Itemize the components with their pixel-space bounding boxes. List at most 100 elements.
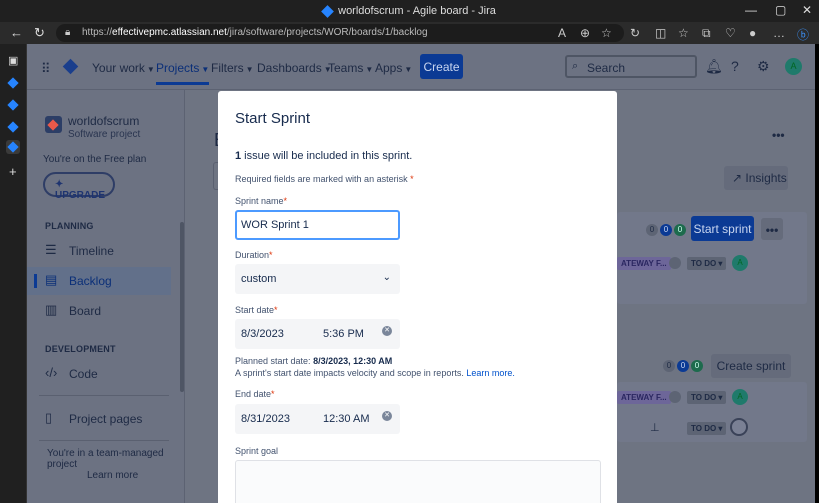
tab-actions-icon[interactable]: ▣ <box>8 54 18 67</box>
read-aloud-icon[interactable]: A <box>558 26 566 40</box>
more-options-icon[interactable]: … <box>773 26 785 40</box>
nav-filters[interactable]: Filters ▼ <box>211 61 254 75</box>
nav-dashboards[interactable]: Dashboards ▼ <box>257 61 332 75</box>
maximize-button[interactable]: ▢ <box>775 3 786 17</box>
favorite-star-icon[interactable]: ☆ <box>601 26 612 40</box>
zoom-icon[interactable]: ⊕ <box>580 26 590 40</box>
more-actions-button[interactable]: ••• <box>772 128 785 142</box>
favorites-icon[interactable]: ☆ <box>678 26 689 40</box>
timeline-icon: ☰ <box>45 242 57 257</box>
status-label: TO DO <box>691 393 717 402</box>
sprint-goal-textarea[interactable] <box>235 460 601 503</box>
nav-label: Teams <box>328 61 364 75</box>
status-todo-dropdown[interactable]: TO DO ▾ <box>687 391 727 404</box>
profile-icon[interactable]: ● <box>749 26 756 40</box>
address-bar[interactable]: 🔒︎ https://effectivepmc.atlassian.net/jir… <box>56 24 624 42</box>
board-icon: ▥ <box>45 302 58 317</box>
learn-more-link[interactable]: Learn more. <box>466 368 515 378</box>
dialog-title: Start Sprint <box>235 110 311 127</box>
planned-start-text: Planned start date: 8/3/2023, 12:30 AM <box>235 356 392 366</box>
notifications-icon[interactable]: 🔔︎ <box>705 58 723 75</box>
sidebar-item-label: Backlog <box>69 274 112 288</box>
status-todo-dropdown[interactable]: TO DO ▾ <box>687 422 727 435</box>
epic-lozenge: ATEWAY F... <box>617 391 671 404</box>
project-type: Software project <box>68 129 141 140</box>
nav-apps[interactable]: Apps ▼ <box>375 61 412 75</box>
upgrade-button[interactable]: ✦ UPGRADE <box>43 172 115 201</box>
url-host: effectivepmc.atlassian.net <box>112 27 227 38</box>
end-date-picker[interactable]: 8/31/2023 12:30 AM ✕ <box>235 404 400 434</box>
nav-label: Filters <box>211 61 244 75</box>
required-asterisk: * <box>269 250 273 260</box>
end-time-value: 12:30 AM <box>323 413 370 425</box>
count-in-progress: 0 <box>660 224 672 236</box>
chevron-down-icon: ⌄ <box>382 272 391 283</box>
sidebar-scrollbar[interactable] <box>180 222 184 392</box>
learn-more-link[interactable]: Learn more <box>87 470 138 481</box>
close-window-button[interactable]: ✕ <box>802 3 812 17</box>
hierarchy-icon: ⊥ <box>650 422 660 434</box>
assignee-avatar[interactable]: A <box>732 389 748 405</box>
start-date-label: Start date* <box>235 305 278 315</box>
browser-tab-4[interactable] <box>6 140 20 154</box>
jira-logo-icon[interactable] <box>62 58 79 75</box>
sidebar-item-backlog[interactable]: ▤ Backlog <box>27 267 171 295</box>
help-icon[interactable]: ? <box>731 58 739 74</box>
status-label: TO DO <box>691 259 717 268</box>
browser-essentials-icon[interactable]: ♡ <box>725 26 736 40</box>
assignee-avatar[interactable]: A <box>732 255 748 271</box>
back-arrow-icon[interactable]: ← <box>10 25 23 40</box>
nav-teams[interactable]: Teams ▼ <box>328 61 373 75</box>
sprint-more-button[interactable]: ••• <box>761 218 783 240</box>
planned-value: 8/3/2023, 12:30 AM <box>313 356 393 366</box>
app-switcher-icon[interactable]: ⠿ <box>41 61 50 77</box>
collections-icon[interactable]: ⧉ <box>702 26 711 41</box>
backlog-icon: ▤ <box>45 272 58 287</box>
search-icon: ⌕ <box>572 60 579 72</box>
duration-select[interactable]: custom ⌄ <box>235 264 400 294</box>
insights-button[interactable]: ↗ Insights <box>724 166 788 190</box>
sidebar-item-label: Board <box>69 304 102 318</box>
sidebar-item-code[interactable]: ‹/› Code <box>27 360 171 388</box>
browser-tab-1[interactable] <box>6 76 20 90</box>
refresh-icon[interactable]: ↻ <box>34 25 45 41</box>
insights-icon: ↗ <box>732 171 746 185</box>
jira-tab-icon <box>7 141 19 153</box>
search-placeholder: Search <box>587 61 626 75</box>
status-todo-dropdown[interactable]: TO DO ▾ <box>687 257 727 270</box>
sidebar-item-board[interactable]: ▥ Board <box>27 297 171 325</box>
chevron-down-icon: ▼ <box>201 65 210 74</box>
clear-icon[interactable]: ✕ <box>382 326 392 336</box>
new-tab-plus-icon[interactable]: + <box>9 164 17 179</box>
start-date-picker[interactable]: 8/3/2023 5:36 PM ✕ <box>235 319 400 349</box>
refresh-page-icon[interactable]: ↻ <box>630 26 640 40</box>
jira-favicon-icon <box>321 4 334 18</box>
nav-your-work[interactable]: Your work ▼ <box>92 61 155 75</box>
nav-label: Your work <box>92 61 145 75</box>
user-avatar[interactable]: A <box>785 58 802 75</box>
browser-tab-2[interactable] <box>6 98 20 112</box>
url-path: /jira/software/projects/WOR/boards/1/bac… <box>226 27 428 38</box>
sidebar-item-project-pages[interactable]: ▯ Project pages <box>27 405 171 433</box>
bing-copilot-icon[interactable]: ⓑ <box>797 26 809 43</box>
browser-toolbar: ← ↻ 🔒︎ https://effectivepmc.atlassian.net… <box>0 22 819 44</box>
window-title: worldofscrum - Agile board - Jira <box>0 4 819 18</box>
clear-icon[interactable]: ✕ <box>382 411 392 421</box>
project-name: worldofscrum <box>68 114 140 128</box>
browser-tab-3[interactable] <box>6 120 20 134</box>
jira-tab-icon <box>7 77 19 89</box>
search-input[interactable]: ⌕ Search <box>565 55 697 78</box>
create-sprint-button[interactable]: Create sprint <box>711 354 791 378</box>
sprint-name-value: WOR Sprint 1 <box>241 219 309 231</box>
window-title-text: worldofscrum - Agile board - Jira <box>338 5 496 17</box>
nav-projects[interactable]: Projects ▼ <box>156 61 210 85</box>
start-sprint-dialog: Start Sprint 1 issue will be included in… <box>218 91 617 503</box>
settings-gear-icon[interactable]: ⚙ <box>757 58 770 75</box>
split-screen-icon[interactable]: ◫ <box>655 26 666 40</box>
create-button[interactable]: Create <box>420 54 463 79</box>
unassigned-avatar-icon[interactable] <box>730 418 748 436</box>
sidebar-item-timeline[interactable]: ☰ Timeline <box>27 237 171 265</box>
start-sprint-button[interactable]: Start sprint <box>691 216 754 241</box>
sprint-name-input[interactable]: WOR Sprint 1 <box>235 210 400 240</box>
minimize-button[interactable]: — <box>745 3 757 17</box>
